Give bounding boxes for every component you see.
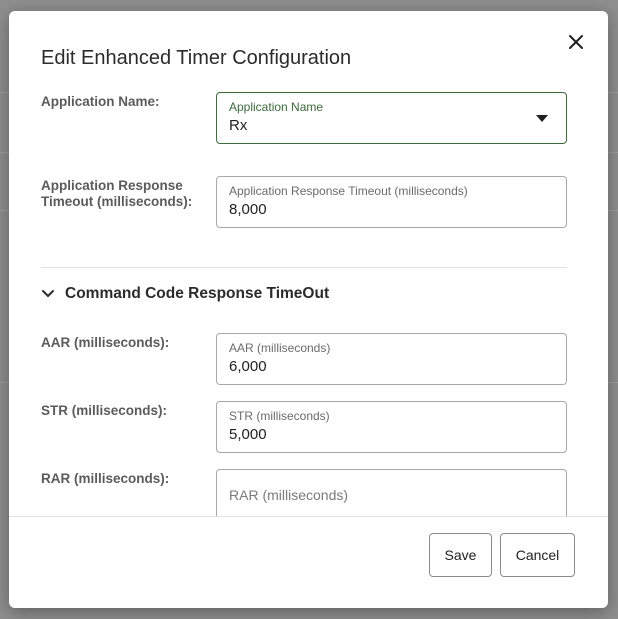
rar-label: RAR (milliseconds):	[41, 471, 170, 486]
application-name-select[interactable]: Application Name Rx	[216, 92, 567, 144]
dropdown-arrow-icon	[536, 115, 548, 122]
chevron-down-icon	[42, 290, 54, 297]
command-code-section-title: Command Code Response TimeOut	[65, 285, 330, 302]
rar-input[interactable]: RAR (milliseconds)	[216, 469, 567, 516]
app-response-timeout-value: 8,000	[229, 201, 267, 218]
close-button[interactable]	[565, 31, 587, 53]
rar-placeholder: RAR (milliseconds)	[229, 487, 349, 503]
application-name-field-label: Application Name	[229, 100, 324, 114]
aar-value: 6,000	[229, 358, 267, 375]
str-input[interactable]: STR (milliseconds) 5,000	[216, 401, 567, 453]
dialog-title: Edit Enhanced Timer Configuration	[41, 47, 352, 69]
save-button[interactable]: Save	[429, 533, 492, 577]
str-field-label: STR (milliseconds)	[229, 409, 330, 423]
aar-input[interactable]: AAR (milliseconds) 6,000	[216, 333, 567, 385]
section-divider	[41, 267, 567, 268]
app-response-timeout-label: Application Response Timeout (millisecon…	[41, 178, 193, 209]
cancel-button[interactable]: Cancel	[500, 533, 575, 577]
command-code-section-toggle[interactable]: Command Code Response TimeOut	[41, 285, 329, 303]
close-icon	[569, 35, 583, 49]
footer-divider	[9, 516, 608, 517]
aar-label: AAR (milliseconds):	[41, 335, 170, 350]
application-name-label: Application Name:	[41, 94, 160, 109]
app-response-timeout-field-label: Application Response Timeout (millisecon…	[229, 184, 468, 198]
dialog-body[interactable]: Application Name: Application Name Rx Ap…	[9, 81, 608, 516]
str-label: STR (milliseconds):	[41, 403, 168, 418]
aar-field-label: AAR (milliseconds)	[229, 341, 331, 355]
str-value: 5,000	[229, 426, 267, 443]
app-response-timeout-input[interactable]: Application Response Timeout (millisecon…	[216, 176, 567, 228]
edit-timer-dialog: Edit Enhanced Timer Configuration Applic…	[9, 11, 608, 608]
application-name-value: Rx	[229, 117, 248, 134]
